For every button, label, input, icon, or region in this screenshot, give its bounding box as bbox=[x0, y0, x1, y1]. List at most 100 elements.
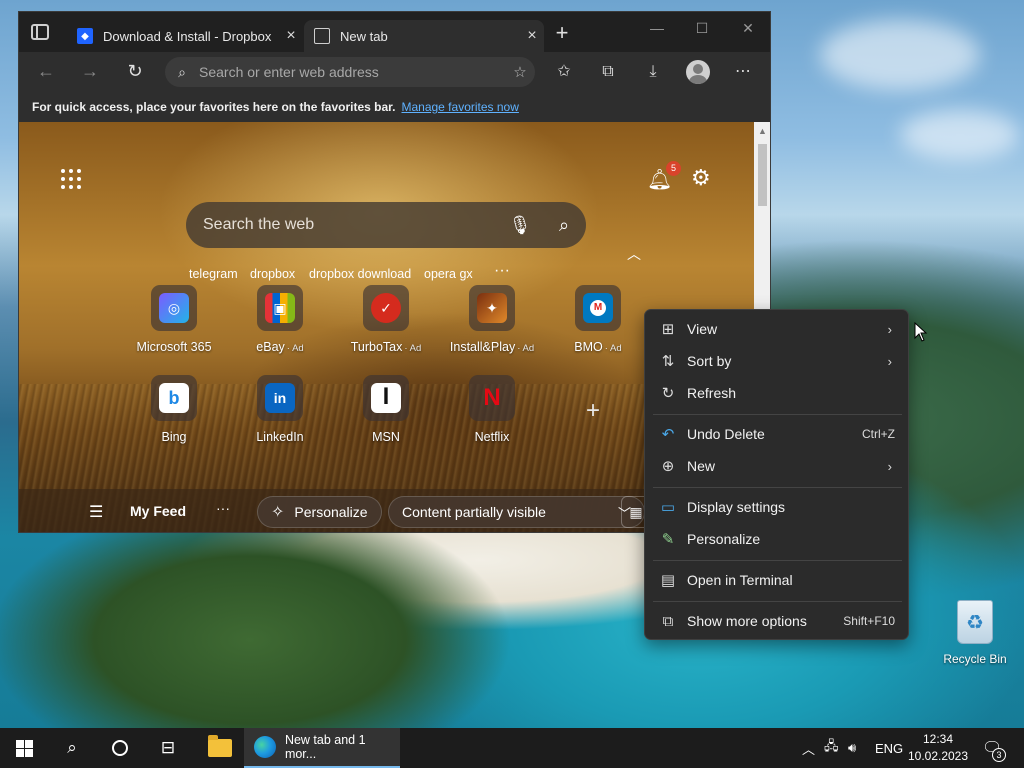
quick-link-tile[interactable]: M BMO · Ad bbox=[543, 285, 653, 354]
tab-dropbox[interactable]: ◆ Download & Install - Dropbox × bbox=[67, 20, 303, 52]
cloud bbox=[900, 110, 1020, 160]
forward-button[interactable]: → bbox=[77, 60, 103, 84]
close-window-button[interactable]: ✕ bbox=[726, 20, 770, 44]
tab-new-tab[interactable]: New tab × bbox=[304, 20, 544, 52]
quick-link-tile[interactable]: ◎ Microsoft 365 bbox=[119, 285, 229, 354]
search-suggestion[interactable]: dropbox download bbox=[309, 267, 411, 281]
task-view-button[interactable]: ⊟ bbox=[144, 728, 192, 768]
collapse-chevron-icon[interactable]: ︿ bbox=[627, 244, 641, 264]
tab-strip: ◆ Download & Install - Dropbox × New tab… bbox=[19, 12, 770, 52]
more-icon[interactable]: ⋯ bbox=[731, 61, 755, 83]
minimize-button[interactable]: — bbox=[635, 20, 679, 44]
collections-icon[interactable]: ⧉ bbox=[596, 61, 620, 83]
quick-link-tile[interactable]: in LinkedIn bbox=[225, 375, 335, 444]
more-icon[interactable]: ··· bbox=[216, 500, 230, 516]
refresh-button[interactable]: ↻ bbox=[122, 60, 148, 84]
quick-link-tile[interactable]: ✦ Install&Play · Ad bbox=[437, 285, 547, 354]
scrollbar-thumb[interactable] bbox=[758, 144, 767, 206]
back-button[interactable]: ← bbox=[33, 60, 59, 84]
address-bar[interactable]: ⌕ Search or enter web address ☆ bbox=[165, 57, 535, 87]
favorites-bar-message: For quick access, place your favorites h… bbox=[32, 100, 396, 114]
favorites-icon[interactable]: ✩ bbox=[552, 61, 576, 83]
menu-item-label: View bbox=[687, 321, 718, 337]
language-indicator[interactable]: ENG bbox=[875, 728, 903, 768]
more-suggestions-icon[interactable]: ··· bbox=[494, 262, 510, 280]
my-feed-tab[interactable]: My Feed bbox=[130, 503, 186, 519]
menu-item-view[interactable]: ⊞ View › bbox=[649, 314, 906, 344]
search-suggestion[interactable]: opera gx bbox=[424, 267, 473, 281]
menu-item-label: Open in Terminal bbox=[687, 572, 793, 588]
manage-favorites-link[interactable]: Manage favorites now bbox=[401, 100, 518, 114]
add-favorite-icon[interactable]: ☆ bbox=[505, 63, 535, 81]
web-search-placeholder: Search the web bbox=[203, 216, 315, 233]
quick-link-tile[interactable]: ꟾ MSN bbox=[331, 375, 441, 444]
quick-link-tile[interactable]: b Bing bbox=[119, 375, 229, 444]
menu-item-show-more-options[interactable]: ⧉ Show more options Shift+F10 bbox=[649, 606, 906, 636]
bing-icon: b bbox=[151, 375, 197, 421]
menu-item-open-terminal[interactable]: ▤ Open in Terminal bbox=[649, 565, 906, 595]
content-visibility-dropdown[interactable]: Content partially visible ﹀ bbox=[388, 496, 645, 528]
ad-label: · Ad bbox=[604, 343, 622, 354]
new-tab-button[interactable]: + bbox=[551, 22, 573, 45]
web-search-box[interactable]: Search the web 🎙︎ ⌕ bbox=[186, 202, 586, 248]
cortana-icon bbox=[112, 740, 128, 756]
cloud bbox=[820, 20, 980, 90]
network-icon[interactable]: 🖧︎ bbox=[824, 728, 839, 768]
microsoft365-icon: ◎ bbox=[151, 285, 197, 331]
close-tab-icon[interactable]: × bbox=[520, 27, 544, 45]
chevron-right-icon: › bbox=[887, 321, 892, 337]
close-tab-icon[interactable]: × bbox=[279, 27, 303, 45]
menu-icon[interactable]: ☰ bbox=[89, 502, 103, 522]
menu-separator bbox=[653, 560, 902, 561]
microphone-icon[interactable]: 🎙︎ bbox=[498, 215, 542, 236]
menu-item-display-settings[interactable]: ▭ Display settings bbox=[649, 492, 906, 522]
menu-item-personalize[interactable]: ✎ Personalize bbox=[649, 524, 906, 554]
desktop-context-menu: ⊞ View › ⇅ Sort by › ↻ Refresh ↶ Undo De… bbox=[644, 309, 909, 640]
shortcut-label: Ctrl+Z bbox=[862, 427, 895, 441]
personalize-button[interactable]: ✧ Personalize bbox=[257, 496, 382, 528]
search-button[interactable]: ⌕ bbox=[48, 728, 96, 768]
menu-item-refresh[interactable]: ↻ Refresh bbox=[649, 378, 906, 408]
search-suggestion[interactable]: dropbox bbox=[250, 267, 295, 281]
menu-item-label: Display settings bbox=[687, 499, 786, 515]
tile-label: Microsoft 365 bbox=[136, 340, 212, 354]
menu-item-undo-delete[interactable]: ↶ Undo Delete Ctrl+Z bbox=[649, 419, 906, 449]
install-play-icon: ✦ bbox=[469, 285, 515, 331]
downloads-icon[interactable]: ⤓ bbox=[641, 61, 665, 83]
quick-link-tile[interactable]: ✓ TurboTax · Ad bbox=[331, 285, 441, 354]
menu-item-label: Refresh bbox=[687, 385, 737, 401]
shortcut-label: Shift+F10 bbox=[843, 614, 895, 628]
folder-icon bbox=[208, 735, 232, 757]
search-icon[interactable]: ⌕ bbox=[542, 215, 586, 236]
recycle-bin-shortcut[interactable]: ♻ Recycle Bin bbox=[940, 600, 1010, 666]
tile-label: MSN bbox=[372, 430, 400, 444]
tile-label: TurboTax bbox=[350, 340, 403, 354]
recycle-bin-label: Recycle Bin bbox=[943, 652, 1007, 666]
menu-item-new[interactable]: ⊕ New › bbox=[649, 451, 906, 481]
clock-time: 12:34 bbox=[922, 732, 954, 746]
cortana-button[interactable] bbox=[96, 728, 144, 768]
maximize-button[interactable]: ☐ bbox=[680, 20, 724, 44]
scroll-up-icon[interactable]: ▲ bbox=[758, 126, 767, 136]
quick-link-tile[interactable]: N Netflix bbox=[437, 375, 547, 444]
chevron-right-icon: › bbox=[887, 353, 892, 369]
settings-gear-icon[interactable]: ⚙ bbox=[691, 165, 711, 191]
apps-launcher-icon[interactable] bbox=[61, 169, 81, 189]
linkedin-icon: in bbox=[257, 375, 303, 421]
edge-taskbar-button[interactable]: New tab and 1 mor... bbox=[244, 728, 400, 768]
add-shortcut-icon[interactable]: + bbox=[586, 397, 600, 425]
profile-avatar[interactable] bbox=[686, 60, 710, 84]
undo-icon: ↶ bbox=[661, 426, 675, 443]
file-explorer-button[interactable] bbox=[196, 728, 244, 768]
search-suggestion[interactable]: telegram bbox=[189, 267, 238, 281]
tile-label: LinkedIn bbox=[256, 430, 304, 444]
menu-item-sort-by[interactable]: ⇅ Sort by › bbox=[649, 346, 906, 376]
volume-icon[interactable]: 🔊︎ bbox=[848, 728, 856, 768]
quick-link-tile[interactable]: ▣ eBay · Ad bbox=[225, 285, 335, 354]
edge-icon bbox=[254, 736, 276, 758]
clock[interactable]: 12:34 10.02.2023 bbox=[906, 731, 970, 765]
show-hidden-icons[interactable]: ︿ bbox=[802, 728, 815, 768]
tab-actions-icon[interactable] bbox=[31, 24, 49, 40]
tile-label: Bing bbox=[161, 430, 187, 444]
start-button[interactable] bbox=[0, 728, 48, 768]
